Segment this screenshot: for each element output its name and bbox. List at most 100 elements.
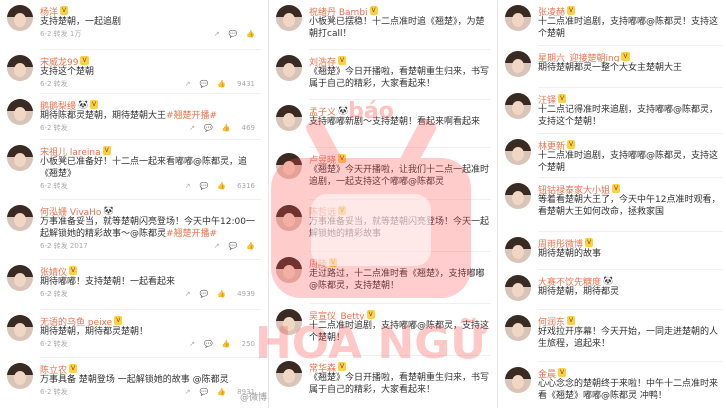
avatar[interactable] bbox=[7, 55, 33, 81]
avatar[interactable] bbox=[276, 309, 302, 335]
comment-item: 张凌赫 V 十二点准时追剧，支持嘟嘟@陈都灵！支持这个楚朝 bbox=[498, 0, 726, 46]
comment-item: 鹅鹅梨缦 🐼 V 期待陈都灵楚朝，期待楚朝大王#翘楚开播# 6-2 转发 ↗ 💬 👍 46… bbox=[0, 94, 265, 140]
commenter-name[interactable]: 钮钴禄泰家大小姐 bbox=[538, 186, 610, 194]
commenter-name[interactable]: 卢昱晓 bbox=[309, 156, 336, 164]
like-icon[interactable]: 👍 9431 bbox=[217, 80, 255, 88]
avatar[interactable] bbox=[505, 275, 531, 301]
avatar[interactable] bbox=[505, 139, 531, 165]
share-icon[interactable]: ↗ bbox=[189, 124, 195, 132]
comment-text: 万事具备 楚朝登场 一起解锁她的故事 @陈都灵 bbox=[40, 375, 229, 385]
commenter-name[interactable]: 林更新 bbox=[538, 142, 565, 150]
avatar[interactable] bbox=[7, 99, 33, 125]
vip-badge-icon: V bbox=[69, 266, 78, 275]
like-icon[interactable]: 👍 469 bbox=[222, 124, 255, 132]
avatar[interactable] bbox=[276, 5, 302, 31]
comment-meta: 6-2 转发 ↗ 💬 👍 9431 bbox=[40, 80, 255, 88]
panda-icon: 🐼 bbox=[78, 100, 88, 109]
commenter-name[interactable]: 刘浩存 bbox=[309, 58, 336, 66]
comment-meta: 6-2 转发 2017 ↗ 💬 👍 bbox=[40, 242, 255, 250]
share-icon[interactable]: ↗ bbox=[185, 182, 191, 190]
share-icon[interactable]: ↗ bbox=[185, 388, 191, 396]
hashtag-link[interactable]: #翘楚开播# bbox=[166, 229, 217, 239]
like-icon[interactable]: 👍 bbox=[246, 30, 255, 38]
avatar[interactable] bbox=[505, 183, 531, 209]
commenter-name[interactable]: 大赛不饮先糖度 bbox=[538, 278, 601, 286]
avatar[interactable] bbox=[7, 363, 33, 389]
commenter-name[interactable]: 宋祖儿 lareina bbox=[40, 148, 101, 156]
avatar[interactable] bbox=[7, 205, 33, 231]
comment-icon[interactable]: 💬 bbox=[204, 124, 213, 132]
comment-item: 宋祖儿 lareina V 小板凳已准备好！十二点一起来看嘟嘟@陈都灵，追《翘楚》… bbox=[0, 140, 265, 200]
commenter-name[interactable]: 孟子义 bbox=[309, 108, 336, 116]
commenter-name[interactable]: 汪铎 bbox=[538, 96, 556, 104]
comment-icon[interactable]: 💬 bbox=[200, 388, 209, 396]
commenter-name[interactable]: 祝绪丹 Bambi bbox=[309, 8, 368, 16]
commenter-name[interactable]: 陈立农 bbox=[40, 366, 67, 374]
avatar[interactable] bbox=[7, 315, 33, 341]
commenter-name[interactable]: 星期六_迎接楚朝ing bbox=[538, 54, 619, 62]
comment-text: 小板凳已摆稳！十二点准时追《翘楚》，为楚朝打call！ bbox=[309, 17, 485, 39]
like-icon[interactable]: 👍 250 bbox=[222, 340, 255, 348]
like-icon[interactable]: 👍 6316 bbox=[217, 182, 255, 190]
watermark-credit: @微博 bbox=[240, 393, 268, 403]
avatar[interactable] bbox=[505, 367, 531, 393]
commenter-name[interactable]: 何润东 bbox=[538, 318, 565, 326]
avatar[interactable] bbox=[7, 265, 33, 291]
avatar[interactable] bbox=[276, 55, 302, 81]
comment-item: 陈哲远 V 万事准备妥当，就等楚朝闪亮登场！今天一起解锁她的精彩故事 bbox=[269, 200, 495, 252]
vip-badge-icon: V bbox=[69, 364, 78, 373]
comment-icon[interactable]: 💬 bbox=[200, 80, 209, 88]
share-icon[interactable]: ↗ bbox=[185, 80, 191, 88]
commenter-name[interactable]: 陈哲远 bbox=[309, 208, 336, 216]
share-icon[interactable]: ↗ bbox=[214, 242, 220, 250]
comment-icon[interactable]: 💬 bbox=[229, 30, 238, 38]
avatar[interactable] bbox=[276, 153, 302, 179]
avatar[interactable] bbox=[7, 145, 33, 171]
commenter-name[interactable]: 何泓姗 VivaHo bbox=[40, 208, 101, 216]
comment-meta: 6-2 转发 ↗ 💬 👍 6316 bbox=[40, 182, 255, 190]
comment-icon[interactable]: 💬 bbox=[200, 182, 209, 190]
commenter-name[interactable]: 无语的乌鱼 peixe bbox=[40, 318, 112, 326]
hashtag-link[interactable]: #翘楚开播# bbox=[166, 111, 217, 121]
commenter-name[interactable]: 周陵 bbox=[309, 260, 327, 268]
commenter-name[interactable]: 杨洋 bbox=[40, 8, 58, 16]
like-icon[interactable]: 👍 4939 bbox=[217, 290, 255, 298]
commenter-name[interactable]: 常华森 bbox=[309, 364, 336, 372]
commenter-name[interactable]: 周雨彤微博 bbox=[538, 240, 583, 248]
comment-item: 无语的乌鱼 peixe V 期待楚朝，期待都灵楚朝！ 6-2 转发 ↗ 💬 👍 250 bbox=[0, 310, 265, 358]
vip-badge-icon: V bbox=[80, 56, 89, 65]
comment-item: 常华森 V 《翘楚》今日开播啦，看楚朝重生归来，书写属于自己的精彩，大家看起来！ bbox=[269, 356, 495, 408]
comment-item: 何润东 V 好戏拉开序幕！今天开始，一同走进楚朝的人生旅程，追起来！ bbox=[498, 310, 726, 362]
like-icon[interactable]: 👍 bbox=[246, 242, 255, 250]
panda-icon: 🐼 bbox=[103, 206, 114, 215]
comment-item: 金晨 V 心心念念的楚朝终于来啦！中午十二点准时来看《翘楚》嘟嘟@陈都灵 冲鸭！ bbox=[498, 362, 726, 408]
avatar[interactable] bbox=[505, 315, 531, 341]
share-icon[interactable]: ↗ bbox=[185, 290, 191, 298]
avatar[interactable] bbox=[505, 93, 531, 119]
comment-text: 十二点准时追剧，支持嘟嘟@陈都灵！支持这个楚朝 bbox=[538, 17, 719, 39]
comment-icon[interactable]: 💬 bbox=[229, 242, 238, 250]
avatar[interactable] bbox=[505, 51, 531, 77]
avatar[interactable] bbox=[276, 105, 302, 131]
comment-icon[interactable]: 💬 bbox=[204, 340, 213, 348]
avatar[interactable] bbox=[276, 205, 302, 231]
commenter-name[interactable]: 金晨 bbox=[538, 370, 556, 378]
commenter-name[interactable]: 吴宣仪_Betty bbox=[309, 312, 365, 320]
share-icon[interactable]: ↗ bbox=[189, 340, 195, 348]
commenter-name[interactable]: 张凌赫 bbox=[538, 8, 565, 16]
commenter-name[interactable]: 张婧仪 bbox=[40, 268, 67, 276]
comment-text: 心心念念的楚朝终于来啦！中午十二点准时来看《翘楚》嘟嘟@陈都灵 冲鸭！ bbox=[538, 379, 719, 401]
commenter-name[interactable]: 鹅鹅梨缦 bbox=[40, 102, 76, 110]
comment-meta: 6-2 转发 ↗ 💬 👍 8931 bbox=[40, 388, 255, 396]
avatar[interactable] bbox=[505, 5, 531, 31]
avatar[interactable] bbox=[276, 257, 302, 283]
avatar[interactable] bbox=[276, 361, 302, 387]
avatar[interactable] bbox=[7, 5, 33, 31]
vip-badge-icon: V bbox=[60, 6, 69, 15]
vip-badge-icon: V bbox=[369, 6, 378, 15]
share-icon[interactable]: ↗ bbox=[214, 30, 220, 38]
avatar[interactable] bbox=[505, 237, 531, 263]
comment-text: 万事准备妥当，就等楚朝闪亮登场！今天一起解锁她的精彩故事 bbox=[309, 217, 490, 239]
commenter-name[interactable]: 宋威龙99 bbox=[40, 58, 78, 66]
comment-icon[interactable]: 💬 bbox=[200, 290, 209, 298]
